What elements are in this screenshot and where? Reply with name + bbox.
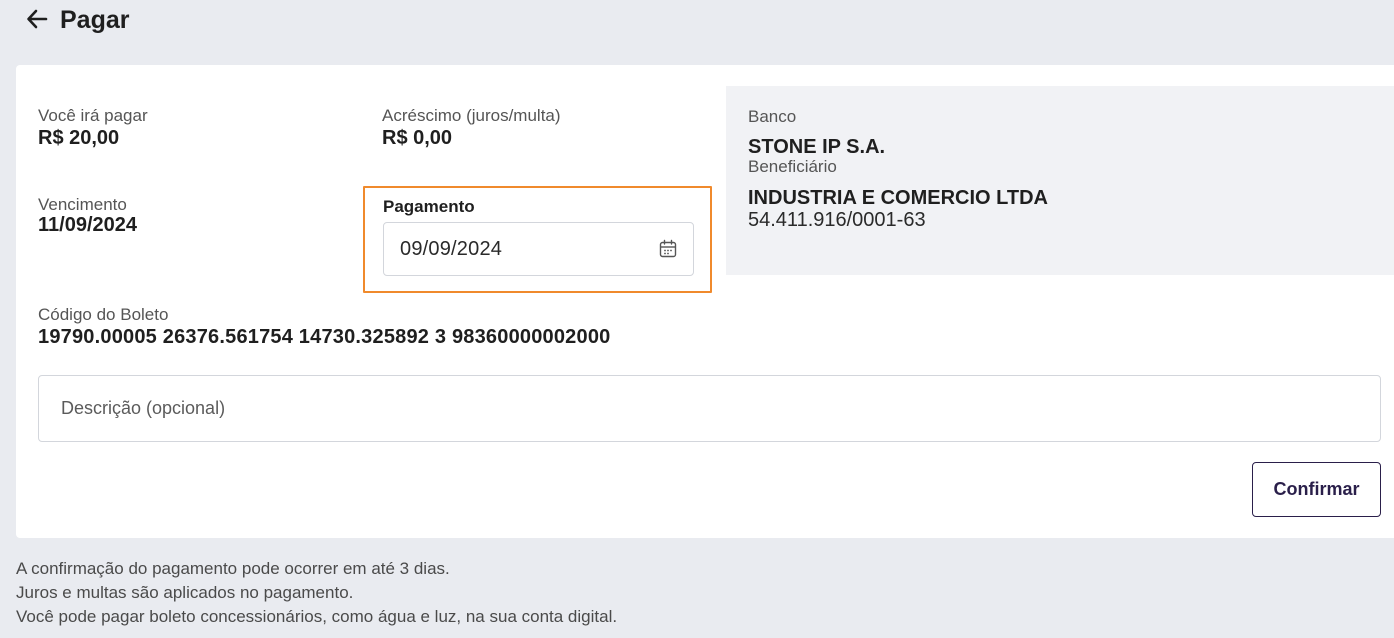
payment-date-label: Pagamento — [383, 197, 475, 216]
payment-notes: A confirmação do pagamento pode ocorrer … — [16, 557, 617, 629]
note-line: Você pode pagar boleto concessionários, … — [16, 607, 618, 626]
back-button[interactable] — [24, 7, 50, 33]
bank-label: Banco — [748, 107, 797, 126]
arrow-left-icon — [26, 8, 48, 33]
payment-date-highlight: Pagamento 09/09/2024 — [363, 186, 712, 293]
amount-field: Você irá pagar R$ 20,00 — [38, 106, 148, 150]
page-header: Pagar — [24, 4, 129, 36]
boleto-code-label: Código do Boleto — [38, 305, 169, 324]
payment-date-input[interactable]: 09/09/2024 — [383, 222, 694, 276]
description-input[interactable]: Descrição (opcional) — [38, 375, 1381, 442]
beneficiary-name: INDUSTRIA E COMERCIO LTDA — [748, 187, 1048, 209]
boleto-code-field: Código do Boleto 19790.00005 26376.56175… — [38, 305, 610, 349]
due-date-field: Vencimento 11/09/2024 — [38, 195, 137, 237]
surcharge-value: R$ 0,00 — [382, 127, 453, 149]
beneficiary-label: Beneficiário — [748, 157, 837, 176]
bank-info-panel: Banco STONE IP S.A. Beneficiário INDUSTR… — [726, 86, 1394, 275]
beneficiary-document: 54.411.916/0001-63 — [748, 209, 926, 231]
note-line: Juros e multas são aplicados no pagament… — [16, 583, 354, 602]
page-title: Pagar — [60, 5, 130, 34]
boleto-code-value: 19790.00005 26376.561754 14730.325892 3 … — [38, 326, 611, 348]
payment-date-value: 09/09/2024 — [400, 237, 503, 260]
confirm-button[interactable]: Confirmar — [1252, 462, 1381, 517]
payment-card: Você irá pagar R$ 20,00 Acréscimo (juros… — [16, 65, 1394, 538]
note-line: A confirmação do pagamento pode ocorrer … — [16, 559, 450, 578]
surcharge-label: Acréscimo (juros/multa) — [382, 106, 561, 125]
due-date-label: Vencimento — [38, 195, 127, 214]
amount-label: Você irá pagar — [38, 106, 148, 125]
amount-value: R$ 20,00 — [38, 127, 120, 149]
calendar-icon[interactable] — [657, 238, 679, 260]
surcharge-field: Acréscimo (juros/multa) R$ 0,00 — [382, 106, 561, 150]
description-placeholder: Descrição (opcional) — [61, 398, 226, 418]
due-date-value: 11/09/2024 — [38, 214, 137, 236]
bank-name: STONE IP S.A. — [748, 136, 886, 158]
